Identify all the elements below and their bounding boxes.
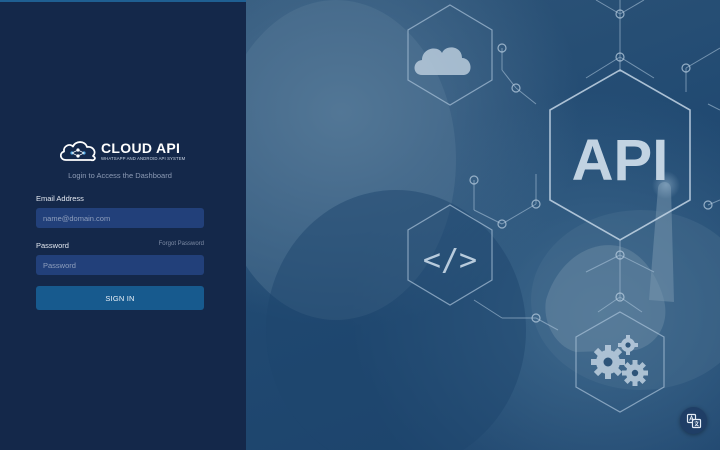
password-input[interactable] — [36, 255, 204, 275]
login-panel: CLOUD API WHATSAPP AND ANDROID API SYSTE… — [0, 0, 246, 450]
login-subtitle: Login to Access the Dashboard — [68, 171, 172, 180]
cloud-logo-icon — [59, 141, 96, 162]
brand-logo: CLOUD API WHATSAPP AND ANDROID API SYSTE… — [58, 138, 185, 164]
password-label: Password — [36, 241, 69, 250]
hero-image: API </> — [246, 0, 720, 450]
sign-in-button[interactable]: SIGN IN — [36, 286, 204, 310]
api-hero-text: API — [572, 128, 669, 193]
translate-button[interactable] — [680, 407, 707, 434]
code-icon: </> — [423, 243, 477, 278]
forgot-password-link[interactable]: Forgot Password — [159, 241, 204, 247]
brand-tagline: WHATSAPP AND ANDROID API SYSTEM — [101, 155, 186, 161]
brand-title: CLOUD API — [101, 139, 181, 156]
hero-illustration: API </> — [246, 0, 720, 450]
email-label: Email Address — [36, 194, 84, 203]
translate-icon — [686, 413, 701, 428]
email-input[interactable] — [36, 208, 204, 228]
